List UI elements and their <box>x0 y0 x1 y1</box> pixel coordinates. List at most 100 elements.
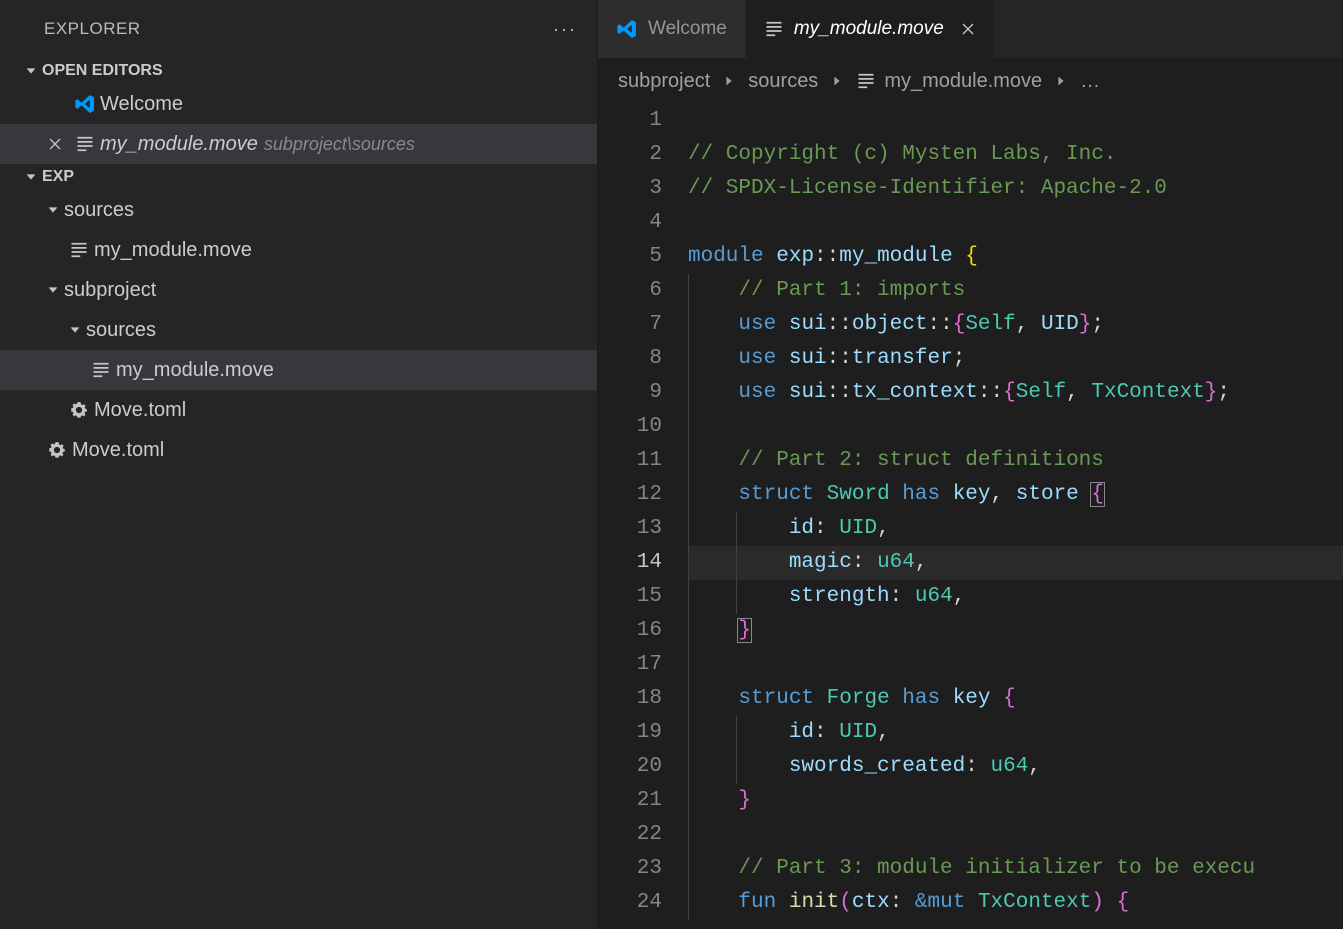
file-item[interactable]: my_module.move <box>0 350 597 390</box>
code-token: object <box>852 313 928 336</box>
indent-guide <box>736 580 737 614</box>
code-token: struct <box>738 483 814 506</box>
line-number: 16 <box>598 614 662 648</box>
breadcrumbs[interactable]: subproject sources my_module.move … <box>598 58 1343 104</box>
code-body[interactable]: // Copyright (c) Mysten Labs, Inc.// SPD… <box>688 104 1343 929</box>
code-token: Forge <box>827 687 890 710</box>
folder-item[interactable]: sources <box>0 310 597 350</box>
code-line[interactable]: struct Sword has key, store { <box>688 478 1343 512</box>
editor-area: Welcomemy_module.move subprojectsourcesm… <box>598 0 1343 929</box>
folder-item[interactable]: subproject <box>0 270 597 310</box>
breadcrumb-more[interactable]: … <box>1080 70 1100 93</box>
code-token: sui <box>789 313 827 336</box>
code-token: tx_context <box>852 381 978 404</box>
code-line[interactable]: use sui::transfer; <box>688 342 1343 376</box>
code-token: swords_created <box>789 755 965 778</box>
indent-guide <box>688 274 689 308</box>
code-token <box>890 483 903 506</box>
indent-guide <box>688 444 689 478</box>
open-editor-item[interactable]: Welcome <box>0 84 597 124</box>
indent-guide <box>736 512 737 546</box>
file-item[interactable]: Move.toml <box>0 430 597 470</box>
open-editors-section-header[interactable]: OPEN EDITORS <box>0 58 597 84</box>
code-token: , <box>877 517 890 540</box>
code-line[interactable]: struct Forge has key { <box>688 682 1343 716</box>
indent-guide <box>688 750 689 784</box>
open-editor-item[interactable]: my_module.movesubproject\sources <box>0 124 597 164</box>
code-line[interactable] <box>688 648 1343 682</box>
lines-icon <box>764 19 784 39</box>
code-token: , <box>1066 381 1091 404</box>
code-line[interactable]: id: UID, <box>688 716 1343 750</box>
code-line[interactable]: id: UID, <box>688 512 1343 546</box>
code-line[interactable] <box>688 206 1343 240</box>
code-line[interactable] <box>688 818 1343 852</box>
indent-guide <box>688 852 689 886</box>
code-token: ; <box>1091 313 1104 336</box>
line-number: 3 <box>598 172 662 206</box>
code-editor[interactable]: 123456789101112131415161718192021222324 … <box>598 104 1343 929</box>
vscode-logo <box>616 18 638 40</box>
breadcrumb-segment[interactable]: sources <box>748 70 818 93</box>
code-line[interactable]: strength: u64, <box>688 580 1343 614</box>
code-line[interactable]: // Part 2: struct definitions <box>688 444 1343 478</box>
indent-guide <box>736 716 737 750</box>
project-section-header[interactable]: EXP <box>0 164 597 190</box>
code-line[interactable]: // Part 3: module initializer to be exec… <box>688 852 1343 886</box>
close-icon[interactable] <box>40 136 70 152</box>
breadcrumb-segment[interactable]: subproject <box>618 70 710 93</box>
code-token: } <box>1079 313 1092 336</box>
code-line[interactable]: // Copyright (c) Mysten Labs, Inc. <box>688 138 1343 172</box>
editor-tab[interactable]: Welcome <box>598 0 746 58</box>
code-token: u64 <box>990 755 1028 778</box>
editor-tab[interactable]: my_module.move <box>746 0 995 58</box>
code-line[interactable]: // Part 1: imports <box>688 274 1343 308</box>
code-token: u64 <box>915 585 953 608</box>
code-token: // Part 2: struct definitions <box>738 449 1103 472</box>
file-item[interactable]: Move.toml <box>0 390 597 430</box>
code-token: { <box>1090 482 1105 507</box>
code-token <box>940 483 953 506</box>
code-line[interactable]: magic: u64, <box>688 546 1343 580</box>
lines-icon <box>70 134 100 154</box>
file-item[interactable]: my_module.move <box>0 230 597 270</box>
code-token: ; <box>1217 381 1230 404</box>
breadcrumb-segment[interactable]: my_module.move <box>856 70 1042 93</box>
code-line[interactable]: } <box>688 784 1343 818</box>
chevron-down-icon <box>20 64 42 78</box>
line-number: 1 <box>598 104 662 138</box>
code-token: } <box>738 789 751 812</box>
line-number: 14 <box>598 546 662 580</box>
tab-bar: Welcomemy_module.move <box>598 0 1343 58</box>
line-number: 7 <box>598 308 662 342</box>
code-line[interactable]: // SPDX-License-Identifier: Apache-2.0 <box>688 172 1343 206</box>
indent-guide <box>688 478 689 512</box>
code-token: use <box>738 381 776 404</box>
lines-icon <box>856 71 876 91</box>
code-token: } <box>737 618 752 643</box>
code-token: Self <box>1016 381 1066 404</box>
close-icon[interactable] <box>960 21 976 37</box>
code-token <box>814 687 827 710</box>
indent-guide <box>688 614 689 648</box>
code-line[interactable] <box>688 410 1343 444</box>
code-line[interactable]: } <box>688 614 1343 648</box>
code-token: sui <box>789 347 827 370</box>
code-line[interactable]: module exp::my_module { <box>688 240 1343 274</box>
line-number: 8 <box>598 342 662 376</box>
code-line[interactable]: fun init(ctx: &mut TxContext) { <box>688 886 1343 920</box>
code-token: u64 <box>877 551 915 574</box>
code-token: my_module <box>839 245 952 268</box>
code-line[interactable] <box>688 104 1343 138</box>
code-line[interactable]: use sui::object::{Self, UID}; <box>688 308 1343 342</box>
indent-guide <box>736 546 737 580</box>
code-token: ctx <box>852 891 890 914</box>
code-line[interactable]: swords_created: u64, <box>688 750 1343 784</box>
code-token: ; <box>953 347 966 370</box>
code-line[interactable]: use sui::tx_context::{Self, TxContext}; <box>688 376 1343 410</box>
folder-item[interactable]: sources <box>0 190 597 230</box>
folder-label: subproject <box>64 279 156 302</box>
explorer-more-icon[interactable]: ··· <box>553 19 577 40</box>
code-token: TxContext <box>1091 381 1204 404</box>
indent-guide <box>688 716 689 750</box>
